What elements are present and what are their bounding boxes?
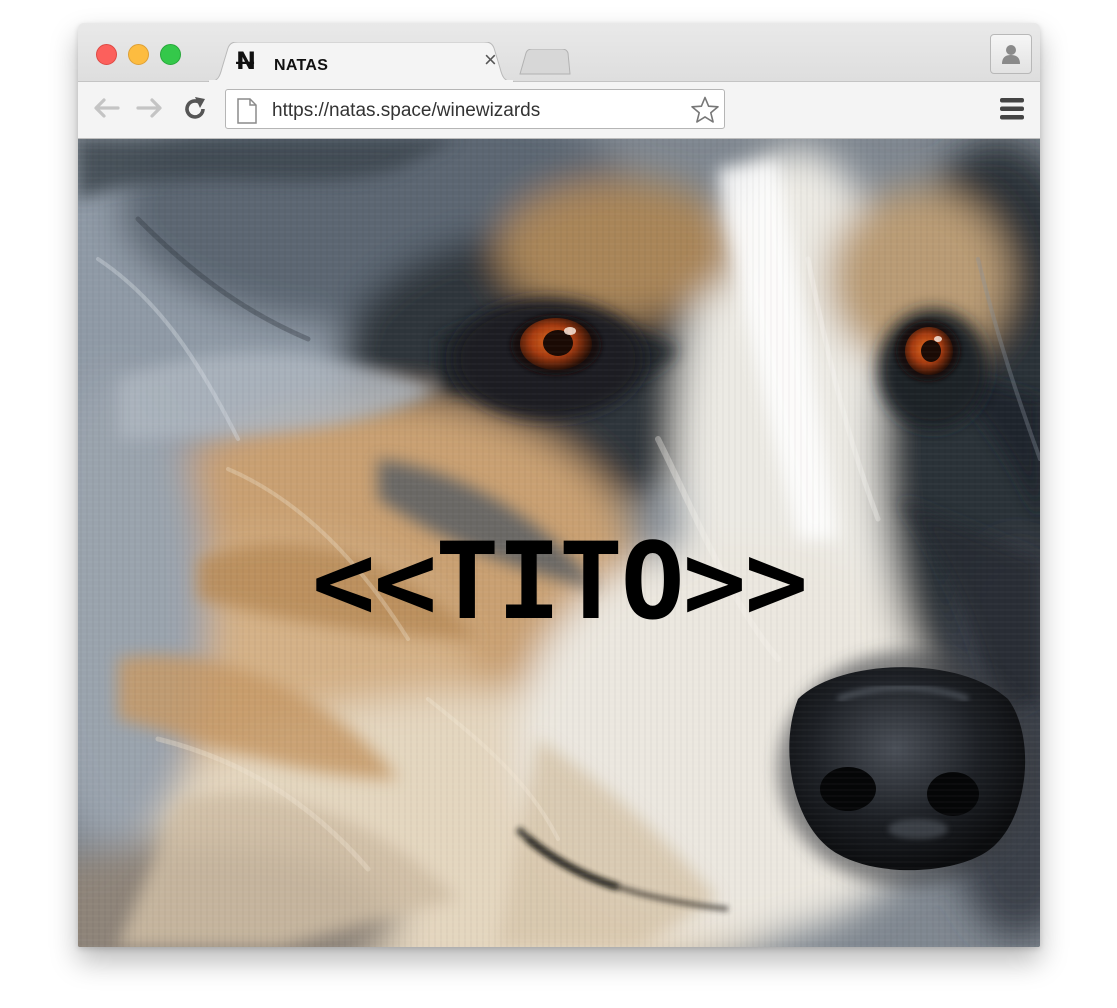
tito-overlay-text: <<TITO>> [311, 520, 809, 643]
window-close-button[interactable] [96, 44, 117, 65]
address-bar[interactable]: https://natas.space/winewizards [225, 89, 725, 129]
forward-arrow-icon[interactable] [136, 96, 164, 120]
tab-close-icon[interactable]: × [484, 49, 497, 71]
browser-toolbar: https://natas.space/winewizards [78, 82, 1040, 139]
tab-natas[interactable]: N̶ NATAS × [208, 42, 514, 82]
window-maximize-button[interactable] [160, 44, 181, 65]
hamburger-menu-icon[interactable] [1000, 98, 1024, 120]
window-minimize-button[interactable] [128, 44, 149, 65]
new-tab-button[interactable] [518, 49, 572, 75]
back-arrow-icon[interactable] [92, 96, 120, 120]
bookmark-star-icon[interactable] [690, 96, 720, 124]
tab-strip: N̶ NATAS × [78, 23, 1040, 82]
reload-icon[interactable] [182, 96, 208, 122]
browser-window: N̶ NATAS × https://natas.space/winewizar… [78, 23, 1040, 947]
page-document-icon [237, 98, 257, 124]
url-text[interactable]: https://natas.space/winewizards [272, 100, 540, 122]
user-icon [1002, 45, 1020, 64]
natas-favicon-icon: N̶ [236, 47, 257, 75]
profile-button[interactable] [990, 34, 1032, 74]
page-viewport: <<TITO>> [78, 139, 1040, 947]
tab-title: NATAS [274, 57, 329, 74]
